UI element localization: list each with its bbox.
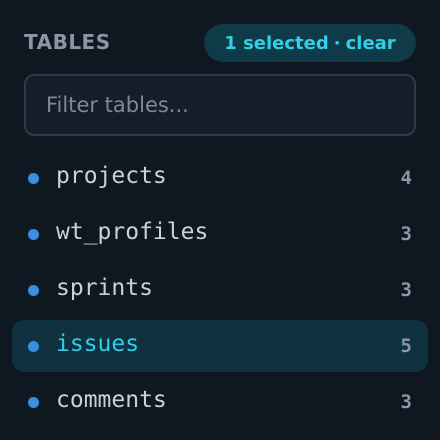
- selection-separator: ·: [333, 32, 341, 54]
- dot-icon: [28, 341, 39, 352]
- panel-header: TABLES 1 selected · clear: [0, 22, 440, 64]
- table-name: projects: [56, 163, 167, 189]
- table-list: projects 4 wt_profiles 3 sprints 3 issue…: [0, 150, 440, 430]
- table-row[interactable]: sprints 3: [0, 262, 440, 318]
- dot-icon: [28, 229, 39, 240]
- table-name: comments: [56, 387, 167, 413]
- table-row[interactable]: comments 3: [0, 374, 440, 430]
- table-row[interactable]: projects 4: [0, 150, 440, 206]
- table-count: 3: [400, 391, 412, 413]
- dot-icon: [28, 173, 39, 184]
- table-count: 5: [400, 335, 412, 357]
- table-name: wt_profiles: [56, 219, 209, 245]
- panel-title: TABLES: [24, 30, 111, 54]
- table-name: sprints: [56, 275, 153, 301]
- table-row[interactable]: issues 5: [0, 318, 440, 374]
- selected-count: 1 selected: [224, 32, 329, 54]
- tables-panel: TABLES 1 selected · clear projects 4 wt_…: [0, 0, 440, 440]
- clear-selection-button[interactable]: clear: [346, 33, 396, 54]
- table-count: 3: [400, 279, 412, 301]
- filter-tables-input[interactable]: [26, 76, 414, 134]
- selection-pill[interactable]: 1 selected · clear: [204, 24, 416, 62]
- table-count: 3: [400, 223, 412, 245]
- dot-icon: [28, 285, 39, 296]
- table-name: issues: [56, 331, 140, 357]
- table-row[interactable]: wt_profiles 3: [0, 206, 440, 262]
- filter-field[interactable]: [24, 74, 416, 136]
- table-count: 4: [400, 167, 412, 189]
- dot-icon: [28, 397, 39, 408]
